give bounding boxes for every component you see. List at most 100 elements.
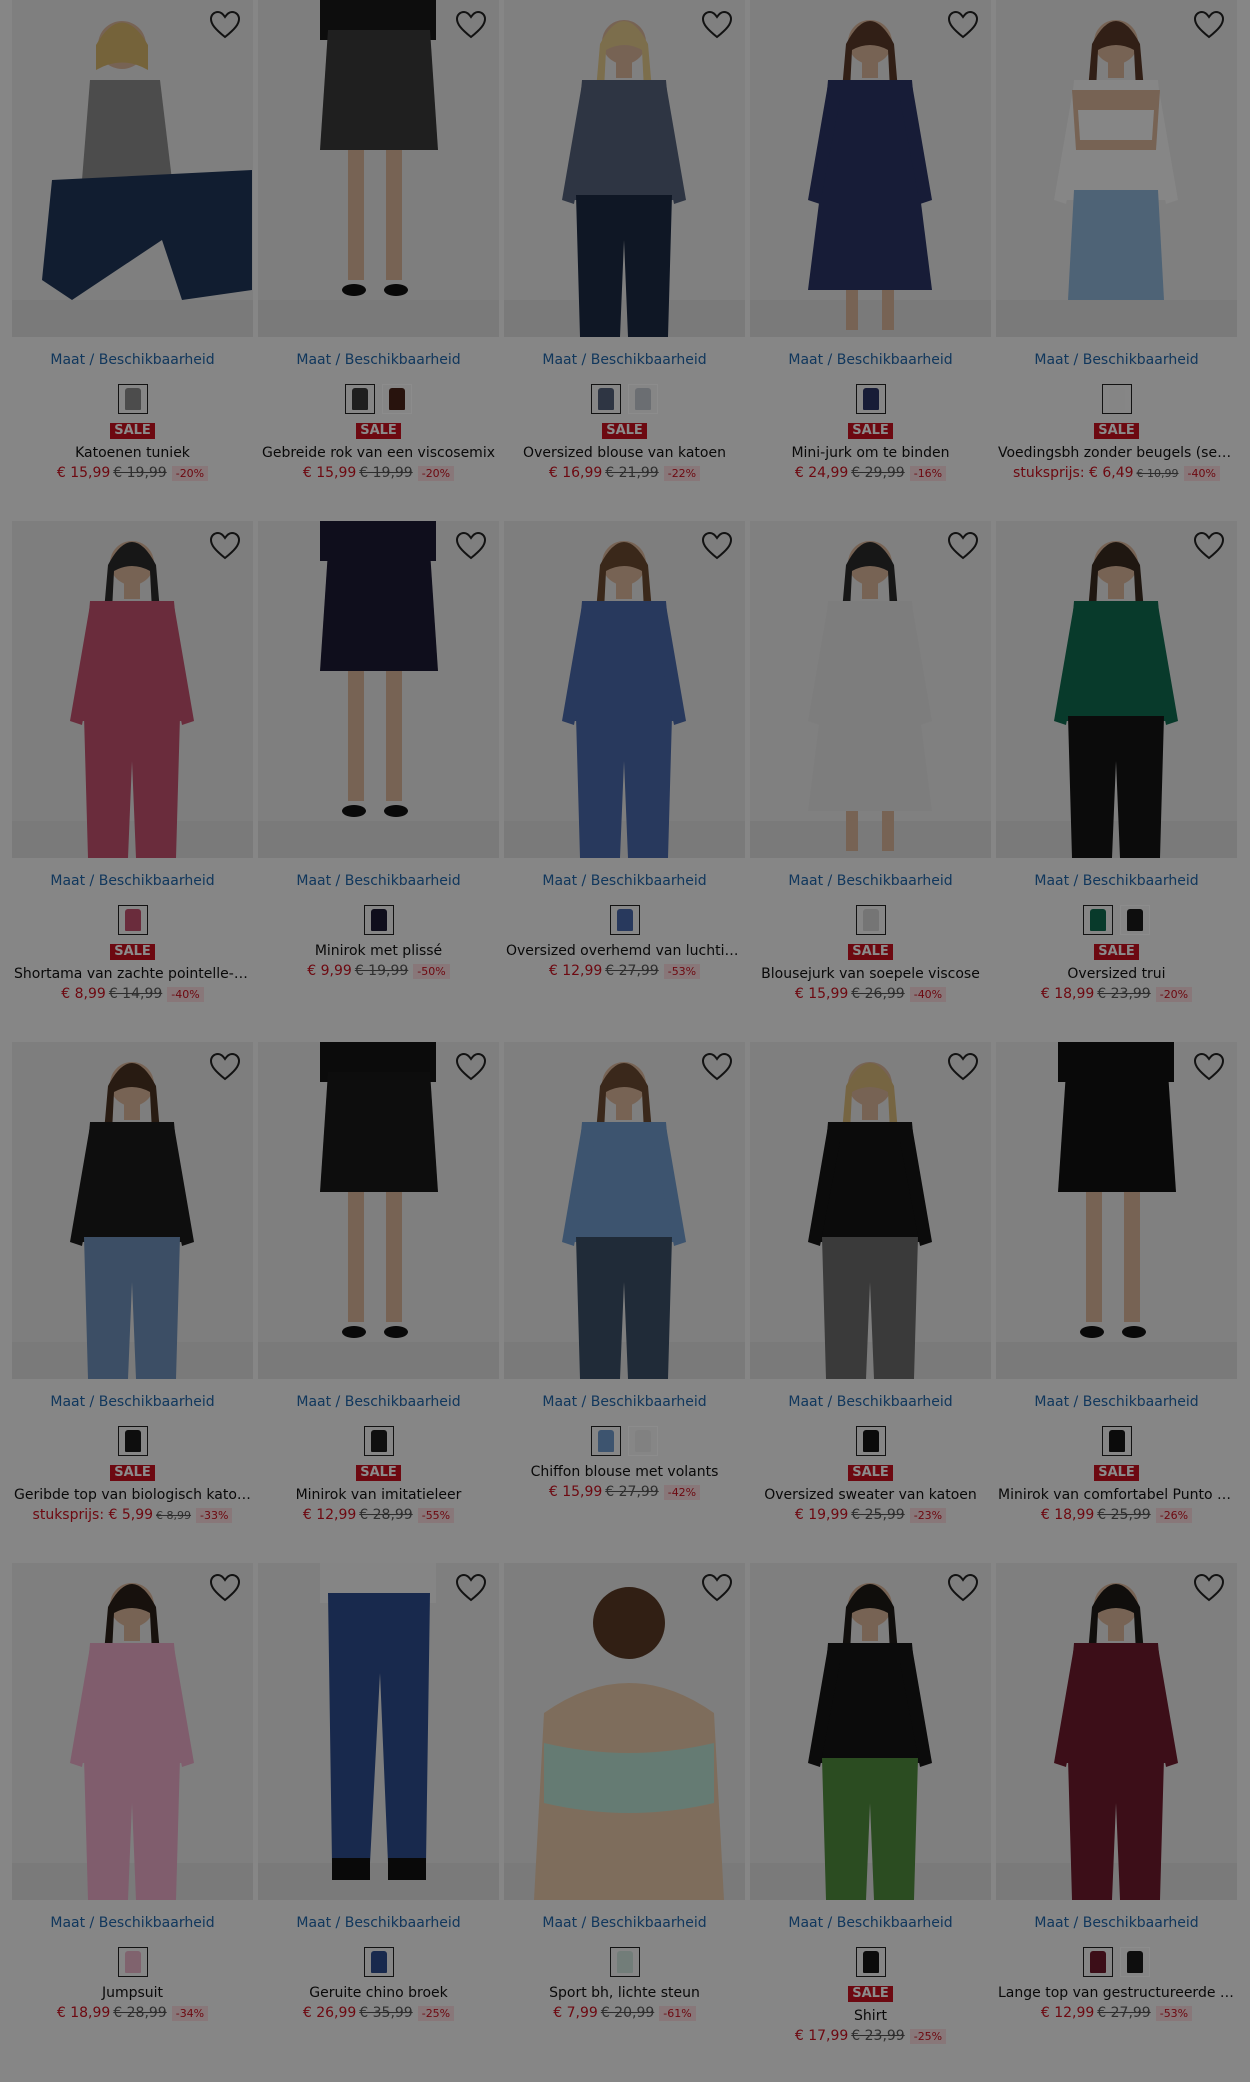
wishlist-heart-icon[interactable] xyxy=(701,1573,733,1603)
product-title[interactable]: Oversized blouse van katoen xyxy=(504,444,745,462)
wishlist-heart-icon[interactable] xyxy=(1193,1052,1225,1082)
product-card[interactable]: Maat / Beschikbaarheid Jumpsuit € 18,99 € 2… xyxy=(12,1563,253,2082)
wishlist-heart-icon[interactable] xyxy=(1193,1573,1225,1603)
product-card[interactable]: Maat / Beschikbaarheid SALE Oversized blou… xyxy=(504,0,745,521)
color-swatch[interactable] xyxy=(855,905,886,935)
product-image[interactable] xyxy=(258,0,499,337)
color-swatch[interactable] xyxy=(1120,905,1150,935)
product-image[interactable] xyxy=(996,1563,1237,1900)
color-swatch[interactable] xyxy=(855,384,886,414)
product-card[interactable]: Maat / Beschikbaarheid SALE Minirok van co… xyxy=(996,1042,1237,1563)
size-availability-link[interactable]: Maat / Beschikbaarheid xyxy=(504,1914,745,1932)
wishlist-heart-icon[interactable] xyxy=(947,1052,979,1082)
color-swatch[interactable] xyxy=(117,1947,148,1977)
product-card[interactable]: Maat / Beschikbaarheid SALE Shortama van z… xyxy=(12,521,253,1042)
product-image[interactable] xyxy=(12,0,253,337)
color-swatch[interactable] xyxy=(628,384,658,414)
product-card[interactable]: Maat / Beschikbaarheid Chiffon blouse met… xyxy=(504,1042,745,1563)
product-title[interactable]: Minirok van comfortabel Punto di Roma xyxy=(996,1486,1237,1504)
product-card[interactable]: Maat / Beschikbaarheid SALE Voedingsbh zon… xyxy=(996,0,1237,521)
wishlist-heart-icon[interactable] xyxy=(947,531,979,561)
color-swatch[interactable] xyxy=(117,1426,148,1456)
product-card[interactable]: Maat / Beschikbaarheid Geruite chino broe… xyxy=(258,1563,499,2082)
size-availability-link[interactable]: Maat / Beschikbaarheid xyxy=(12,1914,253,1932)
color-swatch[interactable] xyxy=(1101,1426,1132,1456)
wishlist-heart-icon[interactable] xyxy=(209,531,241,561)
wishlist-heart-icon[interactable] xyxy=(701,531,733,561)
wishlist-heart-icon[interactable] xyxy=(455,531,487,561)
product-card[interactable]: Maat / Beschikbaarheid SALE Geribde top va… xyxy=(12,1042,253,1563)
product-card[interactable]: Maat / Beschikbaarheid Sport bh, lichte s… xyxy=(504,1563,745,2082)
color-swatch[interactable] xyxy=(1101,384,1132,414)
product-image[interactable] xyxy=(750,0,991,337)
size-availability-link[interactable]: Maat / Beschikbaarheid xyxy=(12,872,253,890)
wishlist-heart-icon[interactable] xyxy=(209,10,241,40)
color-swatch[interactable] xyxy=(117,384,148,414)
product-image[interactable] xyxy=(258,1042,499,1379)
product-image[interactable] xyxy=(504,521,745,858)
color-swatch[interactable] xyxy=(609,1947,640,1977)
product-image[interactable] xyxy=(996,521,1237,858)
product-title[interactable]: Geribde top van biologisch katoen (set v… xyxy=(12,1486,253,1504)
product-card[interactable]: Maat / Beschikbaarheid SALE Mini-jurk om t… xyxy=(750,0,991,521)
product-title[interactable]: Oversized trui xyxy=(996,965,1237,983)
color-swatch[interactable] xyxy=(1083,1947,1113,1977)
wishlist-heart-icon[interactable] xyxy=(455,10,487,40)
wishlist-heart-icon[interactable] xyxy=(1193,10,1225,40)
product-title[interactable]: Minirok met plissé xyxy=(258,942,499,960)
color-swatch[interactable] xyxy=(117,905,148,935)
wishlist-heart-icon[interactable] xyxy=(947,1573,979,1603)
product-title[interactable]: Voedingsbh zonder beugels (set van 2) xyxy=(996,444,1237,462)
color-swatch[interactable] xyxy=(628,1426,658,1456)
size-availability-link[interactable]: Maat / Beschikbaarheid xyxy=(504,351,745,369)
color-swatch[interactable] xyxy=(363,1947,394,1977)
size-availability-link[interactable]: Maat / Beschikbaarheid xyxy=(750,351,991,369)
product-image[interactable] xyxy=(504,1563,745,1900)
color-swatch[interactable] xyxy=(609,905,640,935)
product-card[interactable]: Maat / Beschikbaarheid SALE Blousejurk van… xyxy=(750,521,991,1042)
color-swatch[interactable] xyxy=(363,905,394,935)
size-availability-link[interactable]: Maat / Beschikbaarheid xyxy=(12,1393,253,1411)
size-availability-link[interactable]: Maat / Beschikbaarheid xyxy=(258,351,499,369)
product-title[interactable]: Mini-jurk om te binden xyxy=(750,444,991,462)
color-swatch[interactable] xyxy=(363,1426,394,1456)
size-availability-link[interactable]: Maat / Beschikbaarheid xyxy=(258,1914,499,1932)
size-availability-link[interactable]: Maat / Beschikbaarheid xyxy=(750,1914,991,1932)
color-swatch[interactable] xyxy=(591,384,621,414)
size-availability-link[interactable]: Maat / Beschikbaarheid xyxy=(258,1393,499,1411)
product-card[interactable]: Maat / Beschikbaarheid SALE Shirt € 17,99 € … xyxy=(750,1563,991,2082)
wishlist-heart-icon[interactable] xyxy=(209,1573,241,1603)
product-card[interactable]: Maat / Beschikbaarheid Oversized overhemd… xyxy=(504,521,745,1042)
product-image[interactable] xyxy=(258,1563,499,1900)
wishlist-heart-icon[interactable] xyxy=(1193,531,1225,561)
product-card[interactable]: Maat / Beschikbaarheid SALE Gebreide rok v… xyxy=(258,0,499,521)
product-card[interactable]: Maat / Beschikbaarheid SALE Oversized swea… xyxy=(750,1042,991,1563)
product-image[interactable] xyxy=(996,0,1237,337)
product-title[interactable]: Oversized sweater van katoen xyxy=(750,1486,991,1504)
product-image[interactable] xyxy=(750,1563,991,1900)
size-availability-link[interactable]: Maat / Beschikbaarheid xyxy=(504,1393,745,1411)
color-swatch[interactable] xyxy=(1083,905,1113,935)
product-title[interactable]: Minirok van imitatieleer xyxy=(258,1486,499,1504)
product-image[interactable] xyxy=(750,521,991,858)
color-swatch[interactable] xyxy=(345,384,375,414)
color-swatch[interactable] xyxy=(1120,1947,1150,1977)
size-availability-link[interactable]: Maat / Beschikbaarheid xyxy=(750,1393,991,1411)
wishlist-heart-icon[interactable] xyxy=(455,1573,487,1603)
product-image[interactable] xyxy=(12,1042,253,1379)
product-image[interactable] xyxy=(12,521,253,858)
size-availability-link[interactable]: Maat / Beschikbaarheid xyxy=(258,872,499,890)
size-availability-link[interactable]: Maat / Beschikbaarheid xyxy=(750,872,991,890)
color-swatch[interactable] xyxy=(855,1426,886,1456)
color-swatch[interactable] xyxy=(855,1947,886,1977)
size-availability-link[interactable]: Maat / Beschikbaarheid xyxy=(996,872,1237,890)
size-availability-link[interactable]: Maat / Beschikbaarheid xyxy=(996,1914,1237,1932)
size-availability-link[interactable]: Maat / Beschikbaarheid xyxy=(996,351,1237,369)
product-image[interactable] xyxy=(504,1042,745,1379)
product-card[interactable]: Maat / Beschikbaarheid SALE Minirok van im… xyxy=(258,1042,499,1563)
wishlist-heart-icon[interactable] xyxy=(701,1052,733,1082)
product-card[interactable]: Maat / Beschikbaarheid SALE Oversized trui… xyxy=(996,521,1237,1042)
product-title[interactable]: Chiffon blouse met volants xyxy=(504,1463,745,1481)
product-card[interactable]: Maat / Beschikbaarheid Minirok met plissé… xyxy=(258,521,499,1042)
product-title[interactable]: Oversized overhemd van luchtige katoen xyxy=(504,942,745,960)
